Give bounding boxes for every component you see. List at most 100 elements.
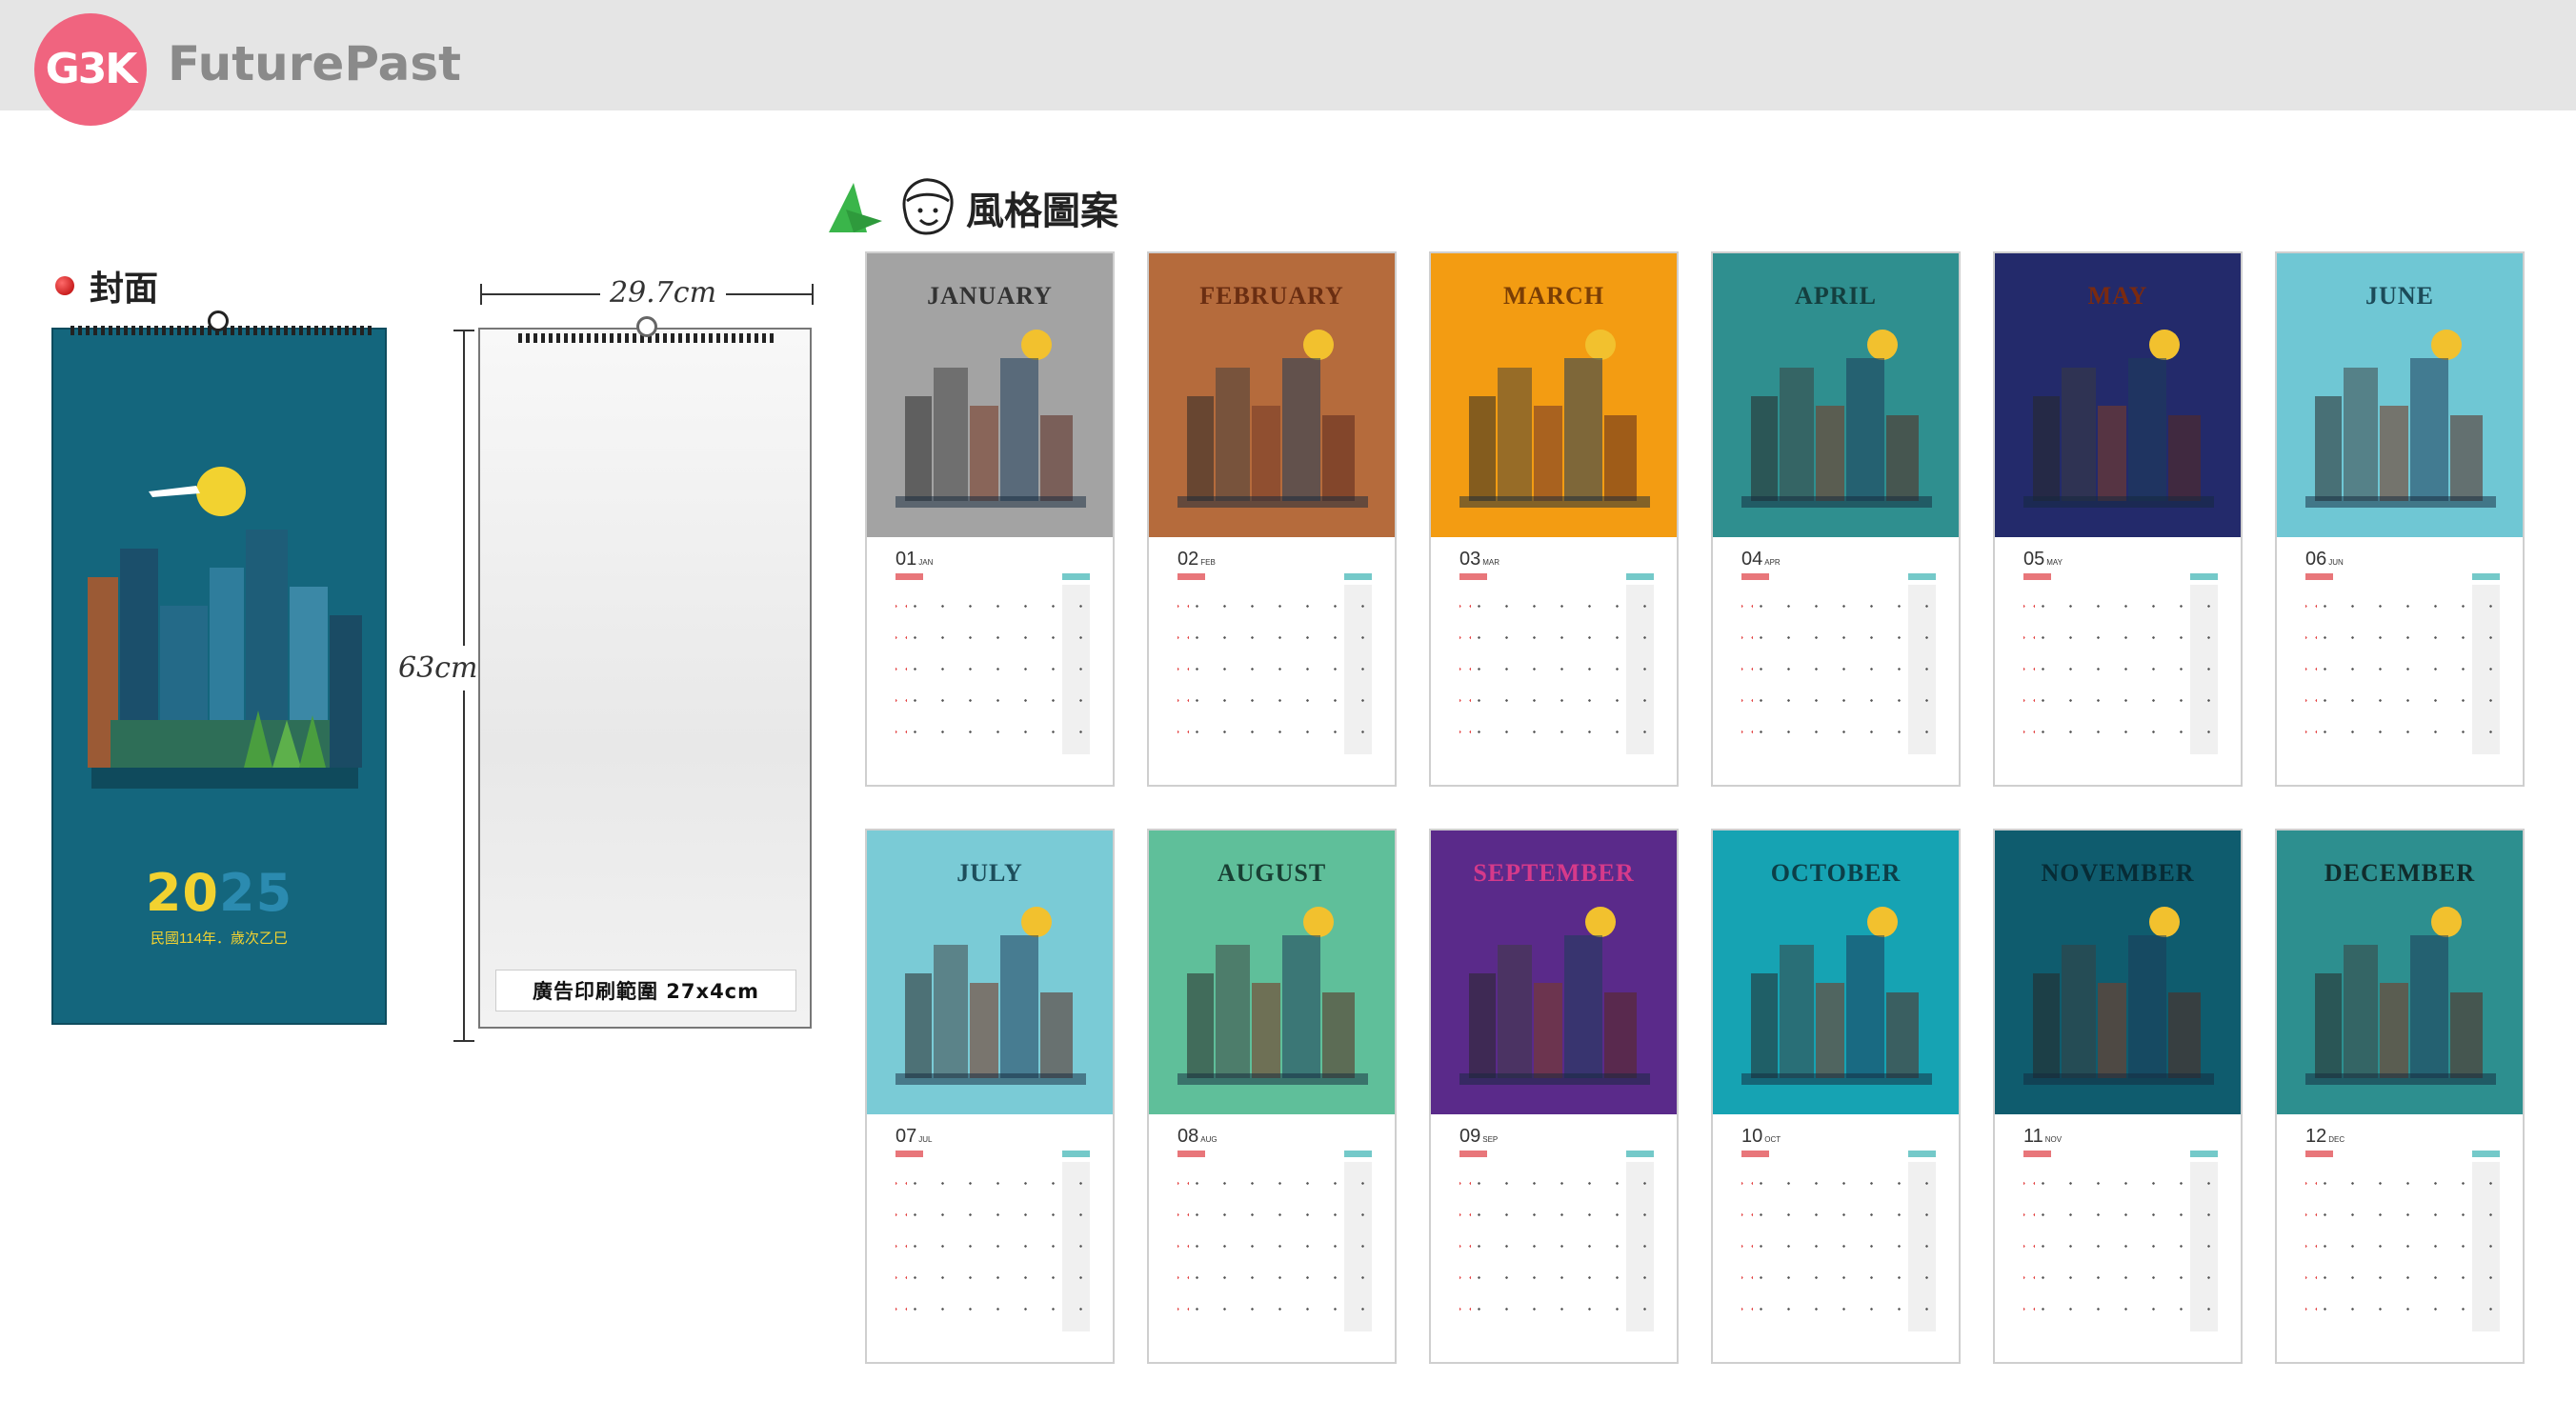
weekday-cell [2163, 573, 2190, 580]
weekday-header-row [2023, 573, 2218, 580]
weekday-cell [1571, 1151, 1599, 1157]
sunday-dates [1741, 1162, 1753, 1331]
month-date-grid: 01 JAN [867, 537, 1113, 785]
weekday-cell [1853, 573, 1881, 580]
weekday-cell [2333, 1151, 2361, 1157]
date-dots [1741, 1162, 1936, 1331]
weekday-cell [2445, 1151, 2472, 1157]
hanger-ring-icon [208, 310, 229, 331]
weekday-cell [2189, 573, 2218, 580]
date-cells [2305, 585, 2500, 754]
weekday-cell [923, 1151, 951, 1157]
weekday-cell [896, 1151, 924, 1157]
ad-print-area-label: 廣告印刷範圍 27x4cm [495, 970, 796, 1011]
month-card-aug[interactable]: AUGUST 08 AUG [1147, 829, 1397, 1364]
date-cells [2023, 585, 2218, 754]
month-title: MARCH [1502, 282, 1605, 310]
date-cells [1741, 585, 1936, 754]
month-number: 12 [2305, 1126, 2327, 1147]
green-triangle-icon [829, 183, 882, 232]
weekday-cell [2445, 573, 2472, 580]
weekday-cell [1797, 1151, 1824, 1157]
weekday-cell [1824, 1151, 1852, 1157]
weekday-cell [1317, 1151, 1344, 1157]
date-dots [2023, 585, 2218, 754]
date-cells [1459, 1162, 1654, 1331]
date-dots [1741, 585, 1936, 754]
date-dots [1459, 1162, 1654, 1331]
weekday-header-row [1459, 1151, 1654, 1157]
weekday-cell [1061, 1151, 1090, 1157]
weekday-cell [1487, 1151, 1515, 1157]
weekday-cell [1487, 573, 1515, 580]
weekday-cell [1625, 573, 1654, 580]
month-card-nov[interactable]: NOVEMBER 11 NOV [1993, 829, 2243, 1364]
blank-calendar-template[interactable]: 廣告印刷範圍 27x4cm [478, 316, 812, 1029]
month-number-header: 05 MAY [2023, 549, 2063, 570]
month-number: 09 [1459, 1126, 1481, 1147]
month-card-mar[interactable]: MARCH 03 MAR [1429, 251, 1679, 787]
weekday-cell [1769, 1151, 1797, 1157]
weekday-cell [1260, 1151, 1288, 1157]
month-card-feb[interactable]: FEBRUARY 02 FEB [1147, 251, 1397, 787]
height-dimension-label: 63cm [398, 646, 478, 690]
weekday-cell [2051, 1151, 2079, 1157]
month-number-header: 11 NOV [2023, 1126, 2062, 1148]
weekday-cell [2106, 1151, 2134, 1157]
sunday-dates [1177, 1162, 1189, 1331]
month-card-dec[interactable]: DECEMBER 12 DEC [2275, 829, 2525, 1364]
weekday-cell [1853, 1151, 1881, 1157]
month-number-header: 03 MAR [1459, 549, 1499, 570]
weekday-cell [2079, 573, 2106, 580]
cover-label-row: 封面 [55, 265, 158, 309]
weekday-header-row [1741, 1151, 1936, 1157]
sunday-dates [2305, 1162, 2317, 1331]
month-card-apr[interactable]: APRIL 04 APR [1711, 251, 1961, 787]
month-card-sep[interactable]: SEPTEMBER 09 SEP [1429, 829, 1679, 1364]
sunday-dates [1459, 585, 1471, 754]
month-card-jul[interactable]: JULY 07 JUL [865, 829, 1115, 1364]
month-title: SEPTEMBER [1473, 859, 1635, 887]
date-cells [1177, 1162, 1372, 1331]
sunday-dates [896, 1162, 907, 1331]
weekday-cell [2163, 1151, 2190, 1157]
month-number: 01 [896, 549, 917, 570]
weekday-cell [1007, 1151, 1035, 1157]
weekday-header-row [2305, 1151, 2500, 1157]
month-card-jan[interactable]: JANUARY 01 JAN [865, 251, 1115, 787]
brand-name[interactable]: FuturePast [168, 36, 461, 91]
header-bar: G3K FuturePast [0, 0, 2576, 126]
month-title: APRIL [1795, 282, 1877, 310]
month-title: JANUARY [927, 282, 1053, 310]
month-date-grid: 04 APR [1713, 537, 1959, 785]
month-abbr: SEP [1482, 1135, 1499, 1144]
date-cells [896, 1162, 1090, 1331]
weekday-cell [2417, 573, 2445, 580]
weekday-cell [2471, 1151, 2500, 1157]
month-number: 10 [1741, 1126, 1763, 1147]
weekday-cell [1542, 573, 1570, 580]
month-number: 06 [2305, 549, 2327, 570]
sunday-dates [2023, 1162, 2035, 1331]
weekday-cell [978, 573, 1006, 580]
month-card-jun[interactable]: JUNE 06 JUN [2275, 251, 2525, 787]
weekday-cell [951, 573, 978, 580]
month-card-oct[interactable]: OCTOBER 10 OCT [1711, 829, 1961, 1364]
date-cells [1177, 585, 1372, 754]
month-title: FEBRUARY [1199, 282, 1344, 310]
brand-logo[interactable]: G3K [34, 13, 147, 126]
weekday-cell [2079, 1151, 2106, 1157]
weekday-cell [1459, 573, 1488, 580]
month-abbr: JAN [918, 558, 934, 567]
weekday-cell [1542, 1151, 1570, 1157]
month-number-header: 09 SEP [1459, 1126, 1498, 1148]
weekday-cell [1205, 573, 1233, 580]
month-card-may[interactable]: MAY 05 MAY [1993, 251, 2243, 787]
weekday-cell [1907, 1151, 1936, 1157]
weekday-cell [1881, 1151, 1908, 1157]
month-abbr: DEC [2328, 1135, 2345, 1144]
weekday-cell [1177, 573, 1206, 580]
weekday-cell [2388, 1151, 2416, 1157]
cover-calendar-image[interactable]: 2025 民國114年．歲次乙巳 [51, 310, 387, 1025]
weekday-cell [1007, 573, 1035, 580]
